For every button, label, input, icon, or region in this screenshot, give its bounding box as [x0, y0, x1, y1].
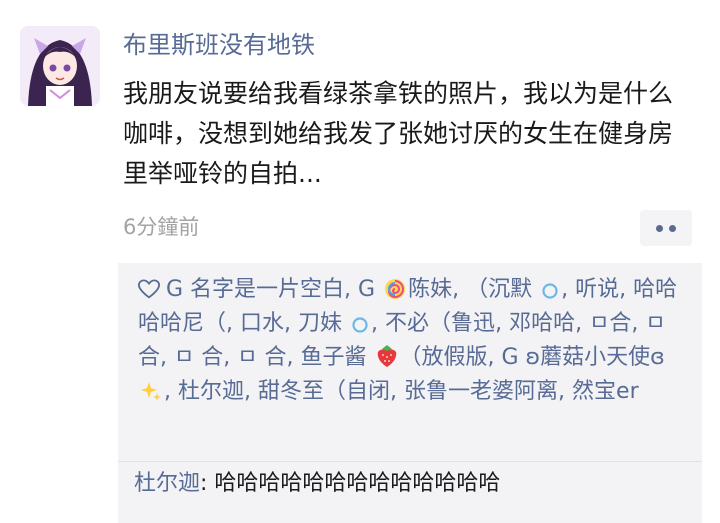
like-name[interactable]: 邓哈哈: [509, 311, 575, 336]
like-name[interactable]: G ʚ蘑菇小天使ɞ: [502, 345, 665, 370]
comment-text: 哈哈哈哈哈哈哈哈哈哈哈哈哈: [214, 471, 501, 496]
like-name[interactable]: 口水: [240, 311, 284, 336]
like-name[interactable]: ㅁ合: [589, 311, 631, 336]
like-name[interactable]: ㅁ 合: [174, 345, 223, 370]
interactions-panel: G 名字是一片空白, G 陈妹, （沉默 , 听说, 哈哈哈哈尼（, 口水, 刀…: [118, 263, 702, 523]
like-name[interactable]: 鱼子酱: [300, 345, 366, 370]
post-timestamp: 6分鐘前: [123, 215, 200, 239]
like-name[interactable]: 杜尔迦: [178, 379, 244, 404]
strawberry-icon: [377, 345, 396, 367]
like-name[interactable]: ㅁ 合: [237, 345, 286, 370]
avatar-image: [20, 26, 100, 106]
like-name[interactable]: （沉默: [466, 277, 532, 302]
divider: [118, 461, 702, 462]
likes-list: G 名字是一片空白, G 陈妹, （沉默 , 听说, 哈哈哈哈尼（, 口水, 刀…: [138, 277, 678, 404]
avatar[interactable]: [20, 26, 100, 106]
like-name[interactable]: G: [358, 277, 375, 302]
like-name[interactable]: 听说: [575, 277, 619, 302]
like-name[interactable]: （放假版: [400, 345, 488, 370]
blue-circle-icon: [352, 317, 368, 333]
like-name[interactable]: 陈妹: [408, 277, 452, 302]
more-dots-icon: [656, 224, 663, 232]
post-text: 我朋友说要给我看绿茶拿铁的照片，我以为是什么咖啡，没想到她给我发了张她讨厌的女生…: [123, 79, 674, 188]
comment-item[interactable]: 杜尔迦: 哈哈哈哈哈哈哈哈哈哈哈哈哈: [134, 467, 694, 501]
comment-author[interactable]: 杜尔迦: [134, 471, 200, 496]
like-name[interactable]: 张鲁一老婆阿离: [404, 379, 558, 404]
heart-icon: [138, 279, 160, 299]
more-dots-icon-2: [669, 224, 676, 232]
blue-circle-icon: [542, 283, 558, 299]
like-name[interactable]: 甜冬至（自闭: [258, 379, 390, 404]
like-name[interactable]: 不必（鲁迅: [385, 311, 495, 336]
lollipop-icon: [385, 279, 406, 299]
like-name[interactable]: G 名字是一片空白: [166, 277, 344, 302]
comment-colon: :: [200, 471, 215, 496]
like-name[interactable]: 刀妹: [298, 311, 342, 336]
more-options-button[interactable]: [640, 210, 692, 246]
post-username[interactable]: 布里斯班没有地铁: [123, 28, 315, 62]
like-name[interactable]: 然宝er: [572, 379, 639, 404]
sparkles-icon: [141, 382, 161, 401]
